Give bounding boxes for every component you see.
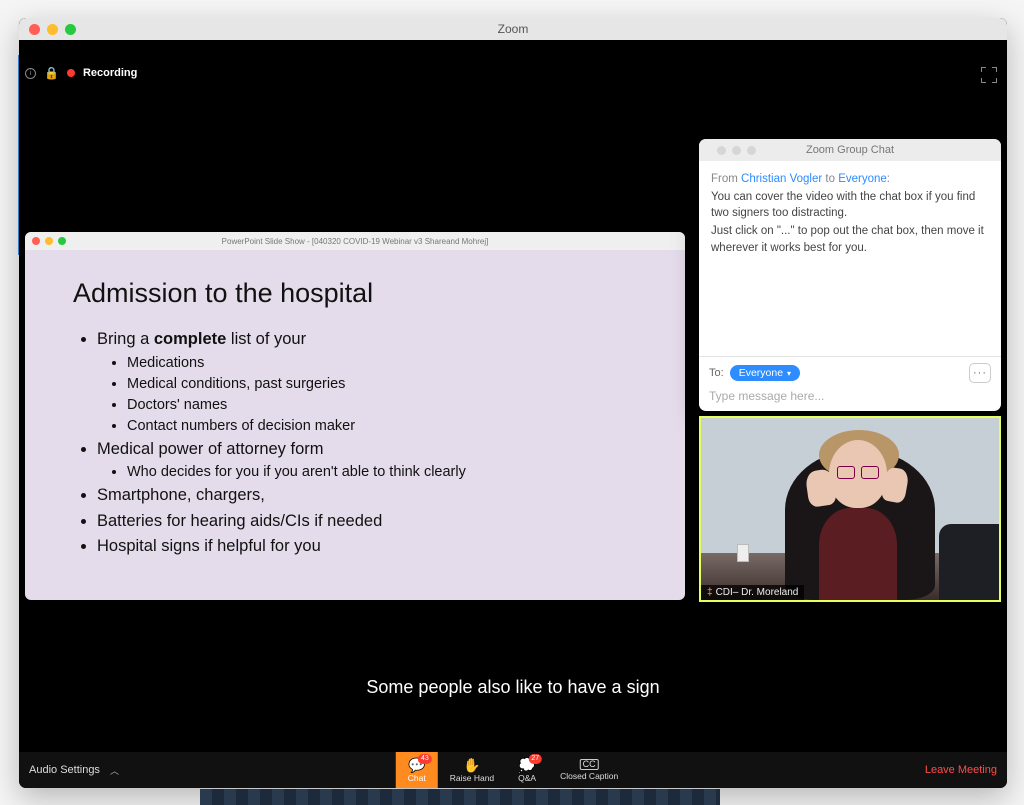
slide-subbullet: Doctors' names — [127, 395, 647, 416]
slide-subbullet: Medications — [127, 353, 647, 374]
slide-bullet-5: Hospital signs if helpful for you — [97, 534, 647, 560]
slide-heading: Admission to the hospital — [73, 278, 647, 309]
raise-hand-icon: ✋ — [463, 758, 480, 772]
cc-icon: CC — [580, 759, 599, 770]
recording-indicator-icon — [67, 69, 75, 77]
meeting-content-area: i 🔒 Recording PowerPoint Slide Show - [0… — [19, 40, 1007, 752]
qa-button[interactable]: 💭 27 Q&A — [506, 752, 548, 788]
closed-caption-button[interactable]: CC Closed Caption — [548, 752, 630, 788]
shared-screen-window: PowerPoint Slide Show - [040320 COVID-19… — [25, 232, 685, 600]
live-caption: Some people also like to have a sign — [19, 677, 1007, 698]
chat-messages[interactable]: From Christian Vogler to Everyone: You c… — [699, 161, 1001, 356]
chat-sender: Christian Vogler — [741, 173, 822, 185]
chat-window-title: Zoom Group Chat — [806, 144, 894, 156]
chat-more-button[interactable]: ··· — [969, 363, 991, 383]
slide-subbullet: Contact numbers of decision maker — [127, 416, 647, 437]
shared-screen-titlebar: PowerPoint Slide Show - [040320 COVID-19… — [25, 232, 685, 250]
leave-meeting-button[interactable]: Leave Meeting — [925, 764, 997, 776]
slide-content: Admission to the hospital Bring a comple… — [25, 250, 685, 574]
slide-bullet-1: Bring a complete list of your Medication… — [97, 327, 647, 437]
recording-label: Recording — [83, 67, 137, 79]
chat-message-body: Just click on "..." to pop out the chat … — [711, 223, 989, 256]
chat-titlebar[interactable]: Zoom Group Chat — [699, 139, 1001, 161]
chat-fullscreen-button[interactable] — [747, 146, 756, 155]
chat-to-label: To: — [709, 367, 724, 379]
chat-recipient: Everyone — [838, 173, 887, 185]
chat-badge: 43 — [418, 754, 432, 764]
slide-subbullet: Medical conditions, past surgeries — [127, 374, 647, 395]
meeting-toolbar: Audio Settings ︿ 💬 43 Chat ✋ Raise Hand … — [19, 752, 1007, 788]
chat-message-body: You can cover the video with the chat bo… — [711, 189, 989, 222]
chevron-up-icon: ︿ — [110, 764, 119, 777]
chat-input[interactable]: Type message here... — [709, 389, 991, 403]
chat-popout-window[interactable]: Zoom Group Chat From Christian Vogler to… — [699, 139, 1001, 411]
enter-fullscreen-button[interactable] — [981, 67, 997, 83]
raise-hand-button[interactable]: ✋ Raise Hand — [438, 752, 506, 788]
info-icon[interactable]: i — [25, 68, 36, 79]
window-titlebar[interactable]: Zoom — [19, 18, 1007, 40]
chat-message: From Christian Vogler to Everyone: You c… — [711, 171, 989, 256]
active-speaker-video[interactable]: ‡CDI– Dr. Moreland — [699, 416, 1001, 602]
chat-minimize-button[interactable] — [732, 146, 741, 155]
meeting-info-overlay: i 🔒 Recording — [25, 66, 137, 80]
speaker-nameplate: ‡CDI– Dr. Moreland — [701, 585, 804, 600]
slide-bullet-2: Medical power of attorney form Who decid… — [97, 437, 647, 484]
chat-recipient-dropdown[interactable]: Everyone — [730, 365, 800, 381]
chat-toolbar-button[interactable]: 💬 43 Chat — [396, 752, 438, 788]
encryption-lock-icon[interactable]: 🔒 — [44, 66, 59, 80]
chat-close-button[interactable] — [717, 146, 726, 155]
slide-window-title: PowerPoint Slide Show - [040320 COVID-19… — [25, 237, 685, 246]
slide-bullet-4: Batteries for hearing aids/CIs if needed — [97, 509, 647, 535]
qa-badge: 27 — [528, 754, 542, 764]
chat-compose-area: To: Everyone ··· Type message here... — [699, 356, 1001, 411]
desktop-dock-hint — [200, 789, 720, 805]
window-title: Zoom — [19, 22, 1007, 36]
audio-settings-button[interactable]: Audio Settings ︿ — [29, 764, 119, 777]
slide-bullet-3: Smartphone, chargers, — [97, 483, 647, 509]
slide-subbullet: Who decides for you if you aren't able t… — [127, 462, 647, 483]
zoom-meeting-window: Zoom i 🔒 Recording Pow — [19, 18, 1007, 788]
